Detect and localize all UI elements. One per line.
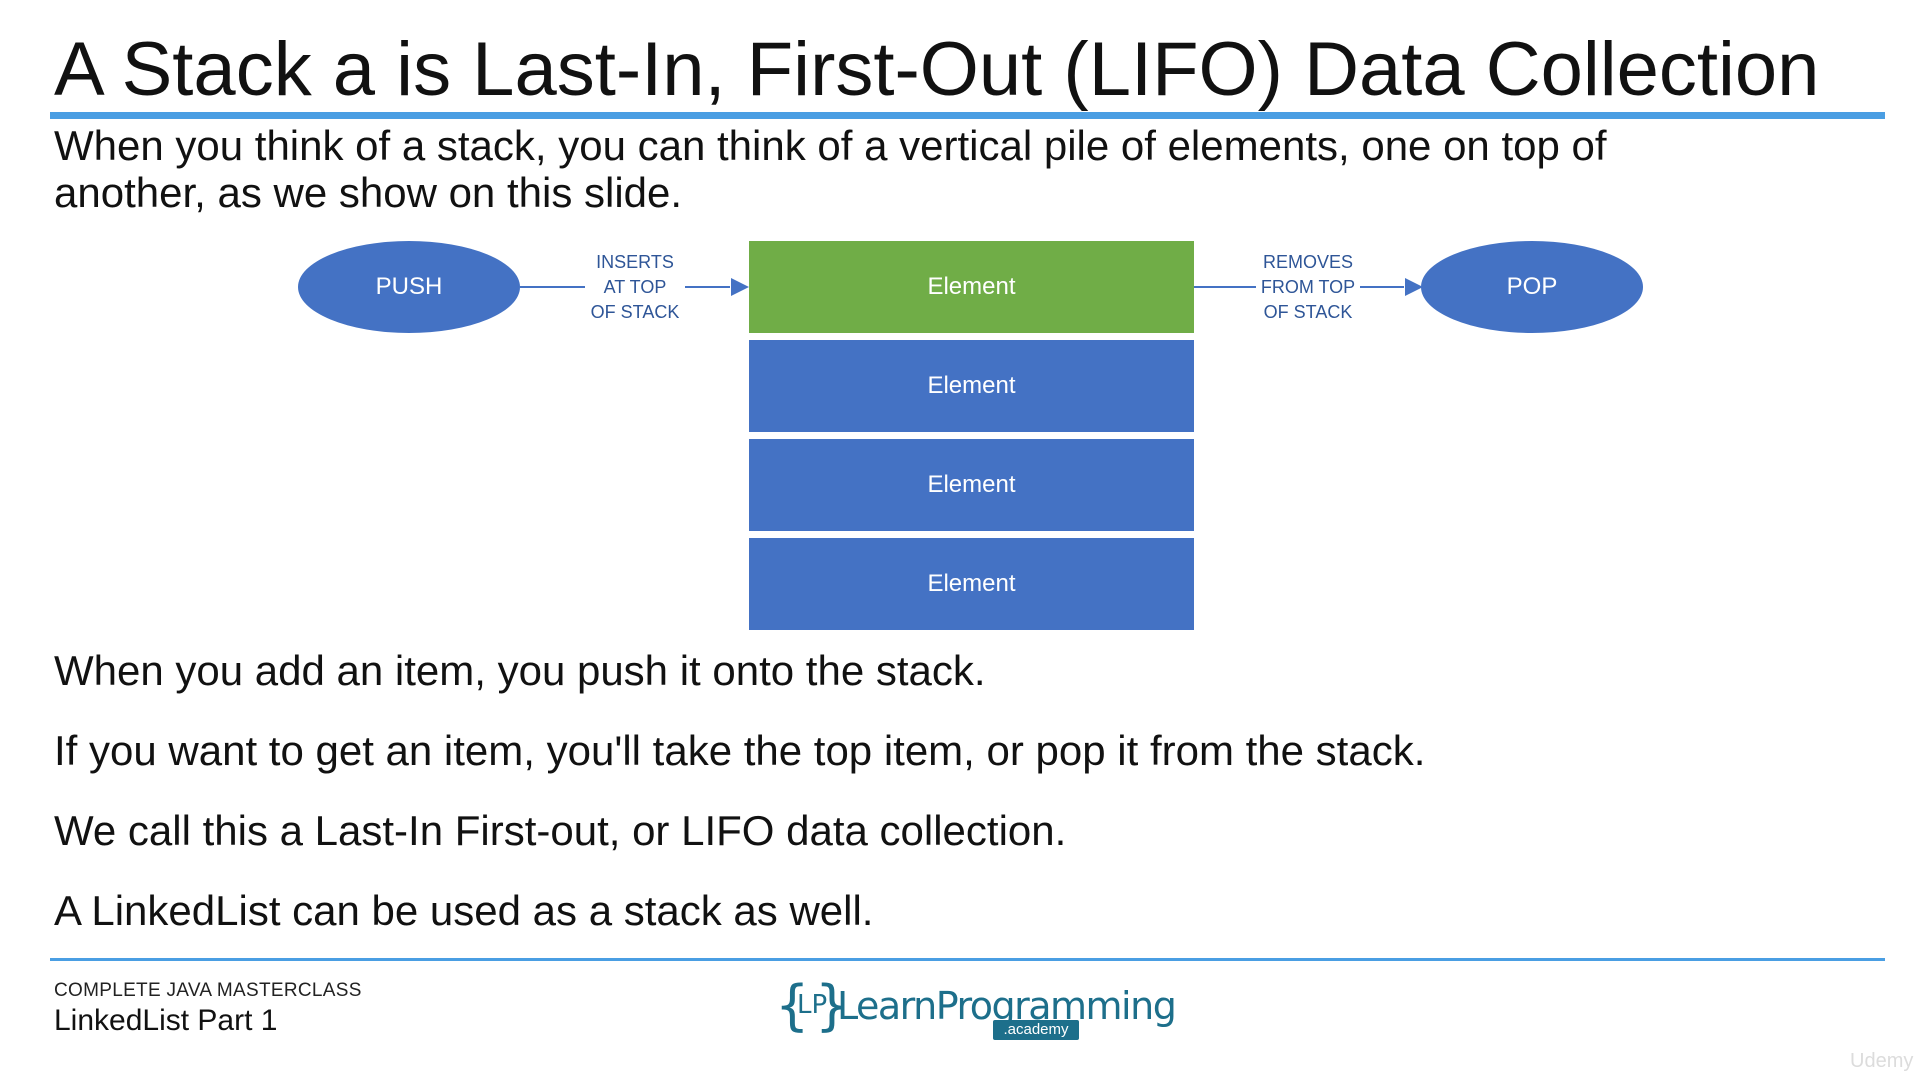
remove-label-line-1: REMOVES (1262, 252, 1354, 272)
remove-label-line-3: OF STACK (1263, 302, 1353, 322)
insert-arrow-head-icon (731, 278, 749, 296)
footer-divider (50, 958, 1885, 961)
insert-label-line-2: AT TOP (603, 277, 667, 297)
intro-line-2: another, as we show on this slide. (54, 169, 683, 216)
stack-element: Element (749, 340, 1194, 432)
title-divider (50, 112, 1885, 119)
bullet-item: A LinkedList can be used as a stack as w… (54, 887, 874, 934)
stack-element-label: Element (927, 273, 1016, 300)
course-name: COMPLETE JAVA MASTERCLASS (54, 980, 362, 1001)
logo-subtitle: .academy (993, 1020, 1079, 1040)
slide: A Stack a is Last-In, First-Out (LIFO) D… (0, 0, 1920, 1080)
push-label: PUSH (375, 273, 443, 300)
intro-line-1: When you think of a stack, you can think… (54, 122, 1607, 169)
insert-arrow-label: INSERTS AT TOP OF STACK (585, 250, 685, 325)
stack-element: Element (749, 439, 1194, 531)
bullet-item: When you add an item, you push it onto t… (54, 647, 986, 694)
pop-oval: POP (1421, 241, 1643, 333)
stack-element: Element (749, 538, 1194, 630)
learnprogramming-logo: { LP } LearnProgramming .academy (775, 976, 1177, 1042)
udemy-watermark: Udemy (1850, 1050, 1914, 1072)
push-oval: PUSH (298, 241, 520, 333)
slide-title: A Stack a is Last-In, First-Out (LIFO) D… (54, 27, 1820, 112)
bullet-item: We call this a Last-In First-out, or LIF… (54, 807, 1067, 854)
remove-arrow-label: REMOVES FROM TOP OF STACK (1256, 250, 1360, 325)
stack-element-label: Element (927, 570, 1016, 597)
lecture-title: LinkedList Part 1 (54, 1004, 278, 1037)
pop-label: POP (1506, 273, 1558, 300)
bullet-item: If you want to get an item, you'll take … (54, 727, 1426, 774)
stack-element-label: Element (927, 372, 1016, 399)
stack-element-top: Element (749, 241, 1194, 333)
stack-element-label: Element (927, 471, 1016, 498)
intro-text: When you think of a stack, you can think… (54, 122, 1834, 216)
bullet-list: When you add an item, you push it onto t… (54, 645, 1425, 965)
remove-label-line-2: FROM TOP (1260, 277, 1356, 297)
insert-label-line-1: INSERTS (596, 252, 674, 272)
insert-label-line-3: OF STACK (590, 302, 680, 322)
